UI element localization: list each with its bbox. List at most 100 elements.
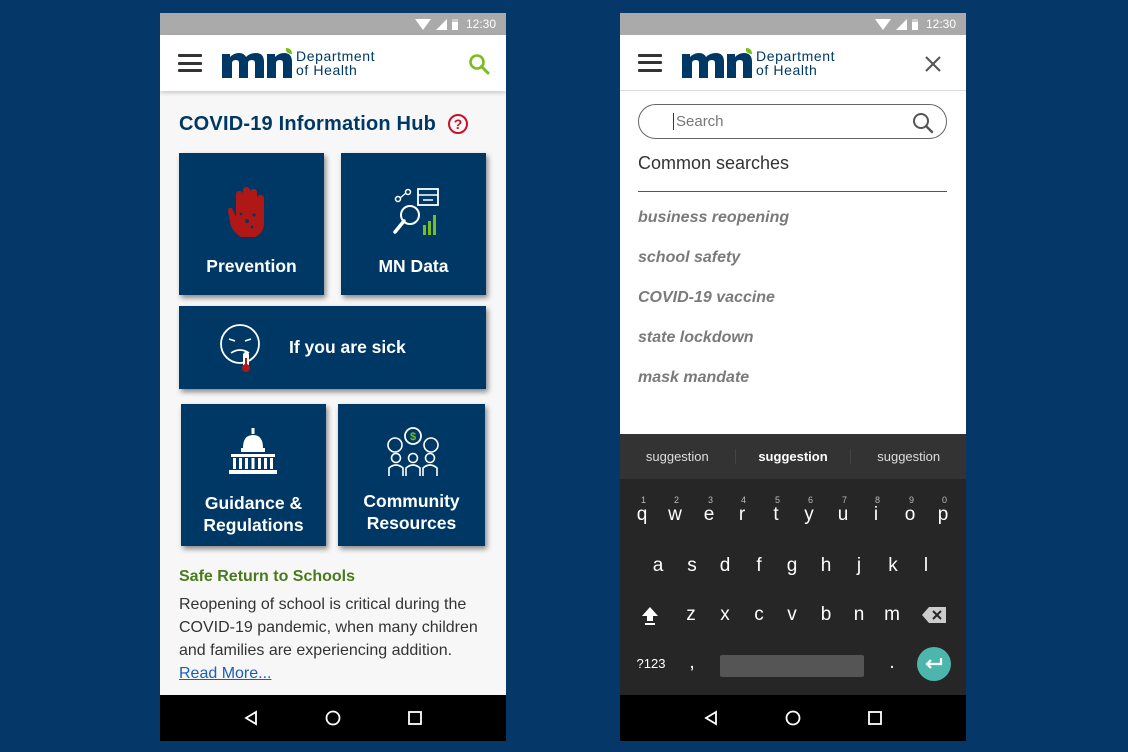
backspace-icon[interactable] [922, 607, 946, 623]
mdh-logo[interactable]: Department of Health [222, 48, 375, 78]
data-analysis-icon [393, 188, 439, 235]
suggestion-item[interactable]: mask mandate [638, 369, 789, 409]
on-screen-keyboard: suggestion suggestion suggestion 1q 2w 3… [620, 434, 966, 695]
capitol-building-icon [229, 428, 277, 474]
enter-icon [925, 658, 943, 669]
help-icon[interactable]: ? [448, 114, 469, 134]
key[interactable]: v [777, 604, 807, 626]
enter-key[interactable] [917, 647, 951, 681]
search-icon[interactable] [468, 53, 490, 75]
android-nav-bar [160, 695, 506, 741]
key[interactable]: z [676, 604, 706, 626]
tile-mn-data-label: MN Data [378, 256, 449, 276]
search-icon[interactable] [912, 112, 934, 134]
status-time: 12:30 [925, 17, 956, 31]
home-icon[interactable] [784, 709, 802, 727]
recents-icon[interactable] [867, 710, 883, 726]
article-body: Reopening of school is critical during t… [179, 593, 479, 685]
key[interactable]: x [710, 604, 740, 626]
key[interactable]: 0p [928, 495, 958, 526]
comma-key[interactable]: , [677, 652, 707, 674]
shift-icon[interactable] [640, 605, 660, 625]
suggestion-item[interactable]: state lockdown [638, 329, 789, 369]
key[interactable]: d [710, 555, 740, 577]
key[interactable]: f [744, 555, 774, 577]
status-bar: 12:30 [160, 13, 506, 35]
key[interactable]: 5t [761, 495, 791, 526]
search-input[interactable] [673, 113, 903, 130]
logo-text: Department of Health [296, 49, 375, 77]
keyboard-suggestion[interactable]: suggestion [850, 449, 966, 464]
home-icon[interactable] [324, 709, 342, 727]
keyboard-suggestion[interactable]: suggestion [734, 449, 851, 464]
tile-mn-data[interactable]: MN Data [341, 153, 486, 295]
read-more-link[interactable]: Read More... [179, 665, 271, 682]
key[interactable]: 2w [660, 495, 690, 526]
key[interactable]: g [777, 555, 807, 577]
key[interactable]: k [878, 555, 908, 577]
logo-line-1: Department [756, 47, 836, 64]
tile-community-label: Community Resources [338, 490, 485, 534]
close-icon[interactable] [922, 53, 944, 75]
android-nav-bar [620, 695, 966, 741]
tile-community-resources[interactable]: $ Community Resources [338, 404, 485, 546]
tile-community-line-1: Community [363, 491, 460, 511]
key[interactable]: l [911, 555, 941, 577]
key[interactable]: 4r [727, 495, 757, 526]
key[interactable]: c [744, 604, 774, 626]
menu-icon[interactable] [638, 53, 662, 72]
key[interactable]: 7u [828, 495, 858, 526]
key[interactable]: m [877, 604, 907, 626]
svg-text:$: $ [410, 431, 416, 443]
logo-line-2: of Health [296, 62, 358, 78]
article-title[interactable]: Safe Return to Schools [179, 568, 355, 586]
key[interactable]: s [677, 555, 707, 577]
recents-icon[interactable] [407, 710, 423, 726]
back-icon[interactable] [243, 710, 259, 726]
key[interactable]: 8i [861, 495, 891, 526]
status-bar: 12:30 [620, 13, 966, 35]
app-bar: Department of Health [620, 35, 966, 91]
tile-prevention-label: Prevention [206, 256, 297, 276]
keyboard-suggestion[interactable]: suggestion [620, 449, 735, 464]
key[interactable]: j [844, 555, 874, 577]
suggestion-item[interactable]: school safety [638, 249, 789, 289]
mdh-logo[interactable]: Department of Health [682, 47, 836, 78]
app-bar: Department of Health [160, 35, 506, 91]
menu-icon[interactable] [178, 54, 202, 72]
wifi-icon [874, 18, 891, 30]
battery-icon [451, 18, 458, 30]
key[interactable]: b [811, 604, 841, 626]
key[interactable]: 6y [794, 495, 824, 526]
key[interactable]: 9o [895, 495, 925, 526]
battery-icon [911, 18, 918, 30]
mn-logo-icon [682, 47, 752, 78]
logo-line-1: Department [296, 48, 376, 64]
signal-icon [895, 18, 907, 30]
tile-guidance-regulations[interactable]: Guidance & Regulations [181, 404, 326, 546]
spacebar[interactable] [720, 655, 864, 677]
keyboard-suggestion-strip: suggestion suggestion suggestion [620, 434, 966, 479]
back-icon[interactable] [703, 710, 719, 726]
suggestion-item[interactable]: business reopening [638, 209, 789, 249]
tile-guidance-line-1: Guidance & [204, 493, 303, 513]
phone-hub-screen: 12:30 Department of Health COVID-19 Info… [160, 13, 506, 741]
wifi-icon [414, 18, 431, 30]
common-searches-list: business reopening school safety COVID-1… [638, 209, 789, 409]
divider [638, 191, 947, 192]
tile-guidance-line-2: Regulations [203, 515, 304, 535]
key[interactable]: n [844, 604, 874, 626]
tile-prevention[interactable]: Prevention [179, 153, 324, 295]
period-key[interactable]: . [877, 652, 907, 674]
search-field[interactable] [638, 104, 947, 139]
suggestion-item[interactable]: COVID-19 vaccine [638, 289, 789, 329]
symbols-key[interactable]: ?123 [634, 656, 668, 671]
key[interactable]: a [643, 555, 673, 577]
key[interactable]: 3e [694, 495, 724, 526]
tile-if-you-are-sick[interactable]: If you are sick [179, 306, 486, 389]
tile-guidance-label: Guidance & Regulations [181, 492, 326, 536]
stop-hand-icon [228, 187, 264, 237]
key[interactable]: h [811, 555, 841, 577]
status-time: 12:30 [465, 17, 496, 31]
key[interactable]: 1q [627, 495, 657, 526]
